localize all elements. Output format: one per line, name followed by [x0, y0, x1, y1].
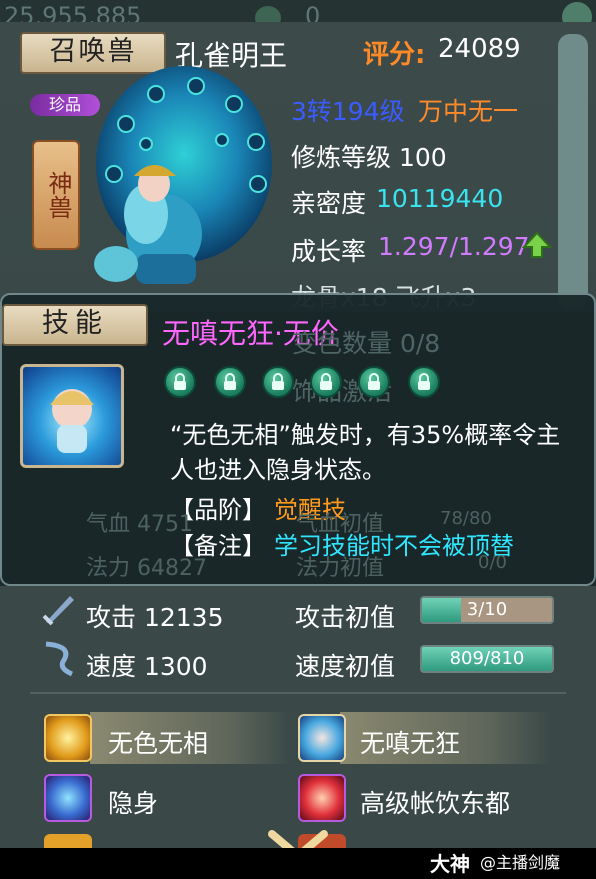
growth-value: 1.297/1.297 [378, 232, 530, 261]
ghost-hp-bar: 78/80 [440, 508, 492, 529]
skill-title-plaque: 技能 [2, 304, 148, 346]
lock-icon [310, 366, 342, 398]
attack-init-bar: 3/10 [420, 596, 554, 624]
intimacy-label: 亲密度 [291, 189, 367, 218]
cultivation-level: 修炼等级 100 [291, 143, 447, 172]
speed-init-bar: 809/810 [420, 645, 554, 673]
watermark-user: @主播剑魔 [480, 853, 561, 872]
lock-icon [214, 366, 246, 398]
attack-icon [42, 596, 74, 626]
growth-label: 成长率 [291, 237, 367, 266]
speed-icon [45, 641, 74, 677]
skill-name-stealth[interactable]: 隐身 [108, 784, 158, 820]
speed-init-label: 速度初值 [295, 652, 396, 681]
info-scrollbar[interactable] [558, 34, 588, 308]
skill-icon-partial [44, 834, 92, 848]
watermark-logo: 大神 [430, 852, 470, 876]
skill-name-calm[interactable]: 无嗔无狂 [360, 724, 460, 760]
intimacy-value: 10119440 [376, 184, 504, 213]
summon-title: 召唤兽 [49, 36, 137, 67]
skill-icon-banquet[interactable] [298, 774, 346, 822]
attack-init-bar-fill [422, 598, 461, 622]
skill-name-banquet[interactable]: 高级帐饮东都 [360, 784, 510, 820]
divine-beast-badge: 神兽 [32, 140, 80, 250]
ghost-mp-init: 法力初值 [296, 556, 385, 581]
lock-icon [262, 366, 294, 398]
lock-icon [358, 366, 390, 398]
attack-stat: 攻击 12135 [86, 603, 224, 632]
divine-beast-label: 神兽 [44, 171, 72, 219]
score-label: 评分: [363, 40, 426, 70]
skill-character-image [50, 389, 94, 453]
ghost-mp-bar: 0/0 [478, 552, 507, 573]
skill-name-colorless[interactable]: 无色无相 [108, 724, 208, 760]
pet-rarity: 万中无一 [418, 97, 519, 126]
skill-icon-calm[interactable] [298, 714, 346, 762]
pet-character-portrait [94, 66, 272, 284]
speed-init-value: 809/810 [449, 648, 525, 669]
partial-line-color: 变色数量 0/8 [292, 329, 441, 358]
ghost-hp-init: 气血初值 [296, 512, 385, 537]
attack-init-label: 攻击初值 [295, 603, 396, 632]
skill-icon-colorless[interactable] [44, 714, 92, 762]
skill-icon-stealth[interactable] [44, 774, 92, 822]
attack-init-value: 3/10 [466, 599, 508, 620]
ghost-mp: 法力 64827 [86, 556, 207, 581]
lock-icon [408, 366, 440, 398]
skill-icon-portrait [20, 364, 124, 468]
rare-badge-label: 珍品 [48, 95, 81, 114]
lock-icon [164, 366, 196, 398]
growth-up-arrow-icon [522, 231, 552, 258]
score-value: 24089 [438, 34, 521, 64]
skill-description: “无色无相”触发时，有35%概率令主人也进入隐身状态。 [170, 421, 561, 484]
speed-stat: 速度 1300 [86, 652, 208, 681]
divider [30, 692, 566, 694]
skill-title: 技能 [42, 308, 108, 339]
pet-level: 3转194级 [291, 97, 405, 126]
ghost-hp: 气血 4751 [86, 512, 193, 537]
